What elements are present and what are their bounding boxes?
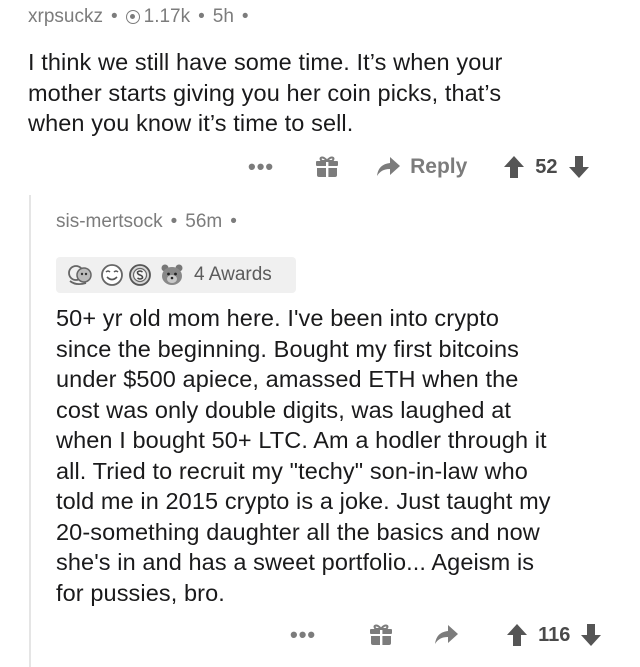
vote-count: 116 [538, 623, 571, 646]
reply-arrow-icon [376, 156, 402, 178]
thread-line[interactable] [29, 195, 31, 667]
comment-line: cost was only double digits, was laughed… [56, 396, 511, 423]
child-comment-meta: sis-mertsock • 56m • [56, 211, 245, 233]
reply-label: Reply [410, 155, 468, 178]
parent-comment-meta: xrpsuckz • 1.17k • 5h • [28, 6, 257, 28]
comment-line: I think we still have some time. It’s wh… [28, 49, 503, 75]
meta-separator: • [230, 211, 237, 232]
karma-icon [125, 10, 140, 24]
meta-separator: • [110, 6, 118, 27]
more-options-button[interactable]: ••• [290, 622, 316, 648]
meta-separator: • [170, 211, 178, 232]
comment-line: when I bought 50+ LTC. Am a hodler throu… [56, 427, 547, 453]
comment-line: mother starts giving you her coin picks,… [28, 79, 502, 106]
child-comment-body: 50+ yr old mom here. I've been into cryp… [56, 303, 551, 608]
comment-line: told me in 2015 crypto is a joke. Just t… [56, 488, 551, 514]
comment-line: when you know it’s time to sell. [28, 110, 354, 136]
wholesome-award-icon [100, 263, 124, 287]
child-vote-controls: 116 [506, 623, 602, 647]
parent-age: 5h [212, 6, 234, 27]
silver-award-icon [128, 263, 152, 287]
comment-line: 50+ yr old mom here. I've been into cryp… [56, 305, 500, 331]
parent-vote-controls: 52 [503, 155, 589, 179]
reply-button[interactable] [434, 624, 460, 646]
upvote-icon[interactable] [503, 155, 525, 179]
gift-icon[interactable] [314, 154, 340, 180]
comment-line: 20-something daughter all the basics and… [56, 518, 540, 545]
comment-line: under $500 apiece, amassed ETH when the [56, 366, 519, 392]
downvote-icon[interactable] [568, 155, 590, 179]
comment-line: all. Tried to recruit my "techy" son-in-… [56, 457, 528, 484]
meta-separator: • [241, 6, 249, 27]
parent-action-bar: ••• Reply 52 [248, 150, 618, 184]
parent-comment-body: I think we still have some time. It’s wh… [28, 47, 502, 139]
meta-separator: • [198, 6, 205, 27]
downvote-icon[interactable] [580, 623, 602, 647]
awards-count: 4 Awards [194, 264, 272, 285]
upvote-icon[interactable] [506, 623, 528, 647]
comment-line: since the beginning. Bought my first bit… [56, 335, 520, 362]
reply-button[interactable]: Reply [376, 155, 467, 179]
parent-username[interactable]: xrpsuckz [28, 6, 103, 28]
gift-icon[interactable] [368, 622, 394, 648]
parent-karma: 1.17k [143, 6, 191, 27]
child-username[interactable]: sis-mertsock [56, 211, 163, 233]
bear-award-icon [160, 263, 184, 287]
vote-count: 52 [535, 155, 558, 178]
reply-arrow-icon [434, 624, 460, 646]
comment-line: for pussies, bro. [56, 579, 225, 606]
awards-bar[interactable]: 4 Awards [56, 257, 296, 293]
child-age: 56m [185, 211, 223, 232]
hugz-award-icon [66, 263, 96, 287]
child-action-bar: ••• 116 [290, 618, 620, 652]
more-options-button[interactable]: ••• [248, 154, 274, 180]
comment-line: she's in and has a sweet portfolio... Ag… [56, 549, 535, 575]
